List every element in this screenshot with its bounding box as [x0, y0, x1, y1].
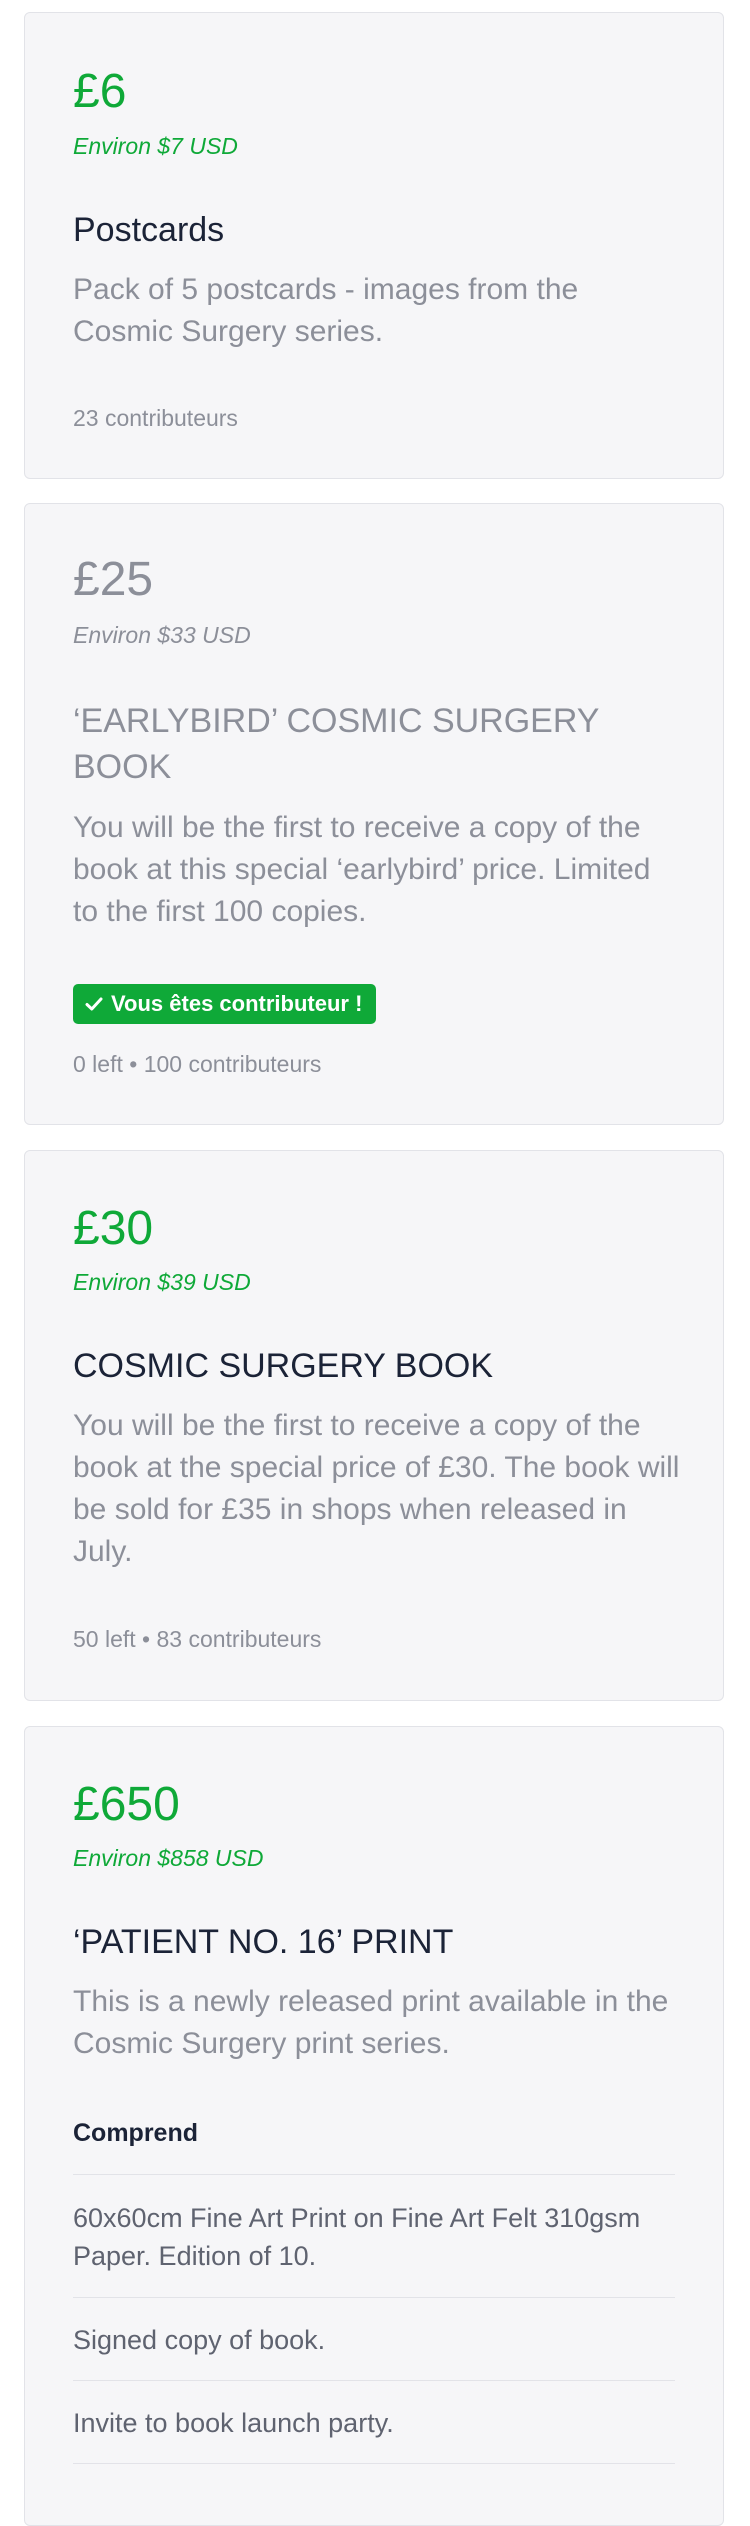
reward-usd-estimate: Environ $7 USD: [73, 133, 238, 159]
includes-item: Signed copy of book.: [73, 2297, 675, 2380]
reward-description: You will be the first to receive a copy …: [73, 811, 651, 928]
reward-title: ‘PATIENT NO. 16’ PRINT: [73, 1923, 454, 1961]
reward-backer-count: 0 left • 100 contributeurs: [73, 1051, 322, 1077]
reward-card-earlybird-book[interactable]: £25 Environ $33 USD ‘EARLYBIRD’ COSMIC S…: [24, 503, 724, 1125]
reward-title: Postcards: [73, 211, 225, 249]
reward-usd-estimate: Environ $858 USD: [73, 1845, 264, 1871]
reward-price: £30: [73, 1202, 154, 1255]
reward-backer-count: 23 contributeurs: [73, 405, 238, 431]
reward-card-postcards[interactable]: £6 Environ $7 USD Postcards Pack of 5 po…: [24, 12, 724, 479]
reward-price: £25: [73, 553, 154, 606]
backer-status-label: Vous êtes contributeur !: [111, 991, 363, 1016]
includes-list: 60x60cm Fine Art Print on Fine Art Felt …: [73, 2174, 675, 2464]
backer-status-badge: Vous êtes contributeur !: [73, 984, 377, 1024]
reward-usd-estimate: Environ $39 USD: [73, 1269, 251, 1295]
reward-card-book[interactable]: £30 Environ $39 USD COSMIC SURGERY BOOK …: [24, 1150, 724, 1701]
includes-heading: Comprend: [73, 2119, 198, 2147]
reward-description: This is a newly released print available…: [73, 1985, 669, 2060]
reward-title: ‘EARLYBIRD’ COSMIC SURGERY BOOK: [73, 702, 599, 786]
reward-price: £6: [73, 65, 127, 118]
reward-usd-estimate: Environ $33 USD: [73, 622, 251, 648]
reward-price: £650: [73, 1778, 180, 1831]
includes-item: 60x60cm Fine Art Print on Fine Art Felt …: [73, 2174, 675, 2297]
check-icon: [85, 996, 103, 1012]
reward-card-patient-print[interactable]: £650 Environ $858 USD ‘PATIENT NO. 16’ P…: [24, 1726, 724, 2526]
reward-description: You will be the first to receive a copy …: [73, 1409, 680, 1568]
reward-title: COSMIC SURGERY BOOK: [73, 1347, 494, 1385]
includes-item: Invite to book launch party.: [73, 2380, 675, 2463]
includes-divider: [73, 2463, 675, 2464]
reward-description: Pack of 5 postcards - images from the Co…: [73, 273, 579, 348]
reward-backer-count: 50 left • 83 contributeurs: [73, 1626, 322, 1652]
